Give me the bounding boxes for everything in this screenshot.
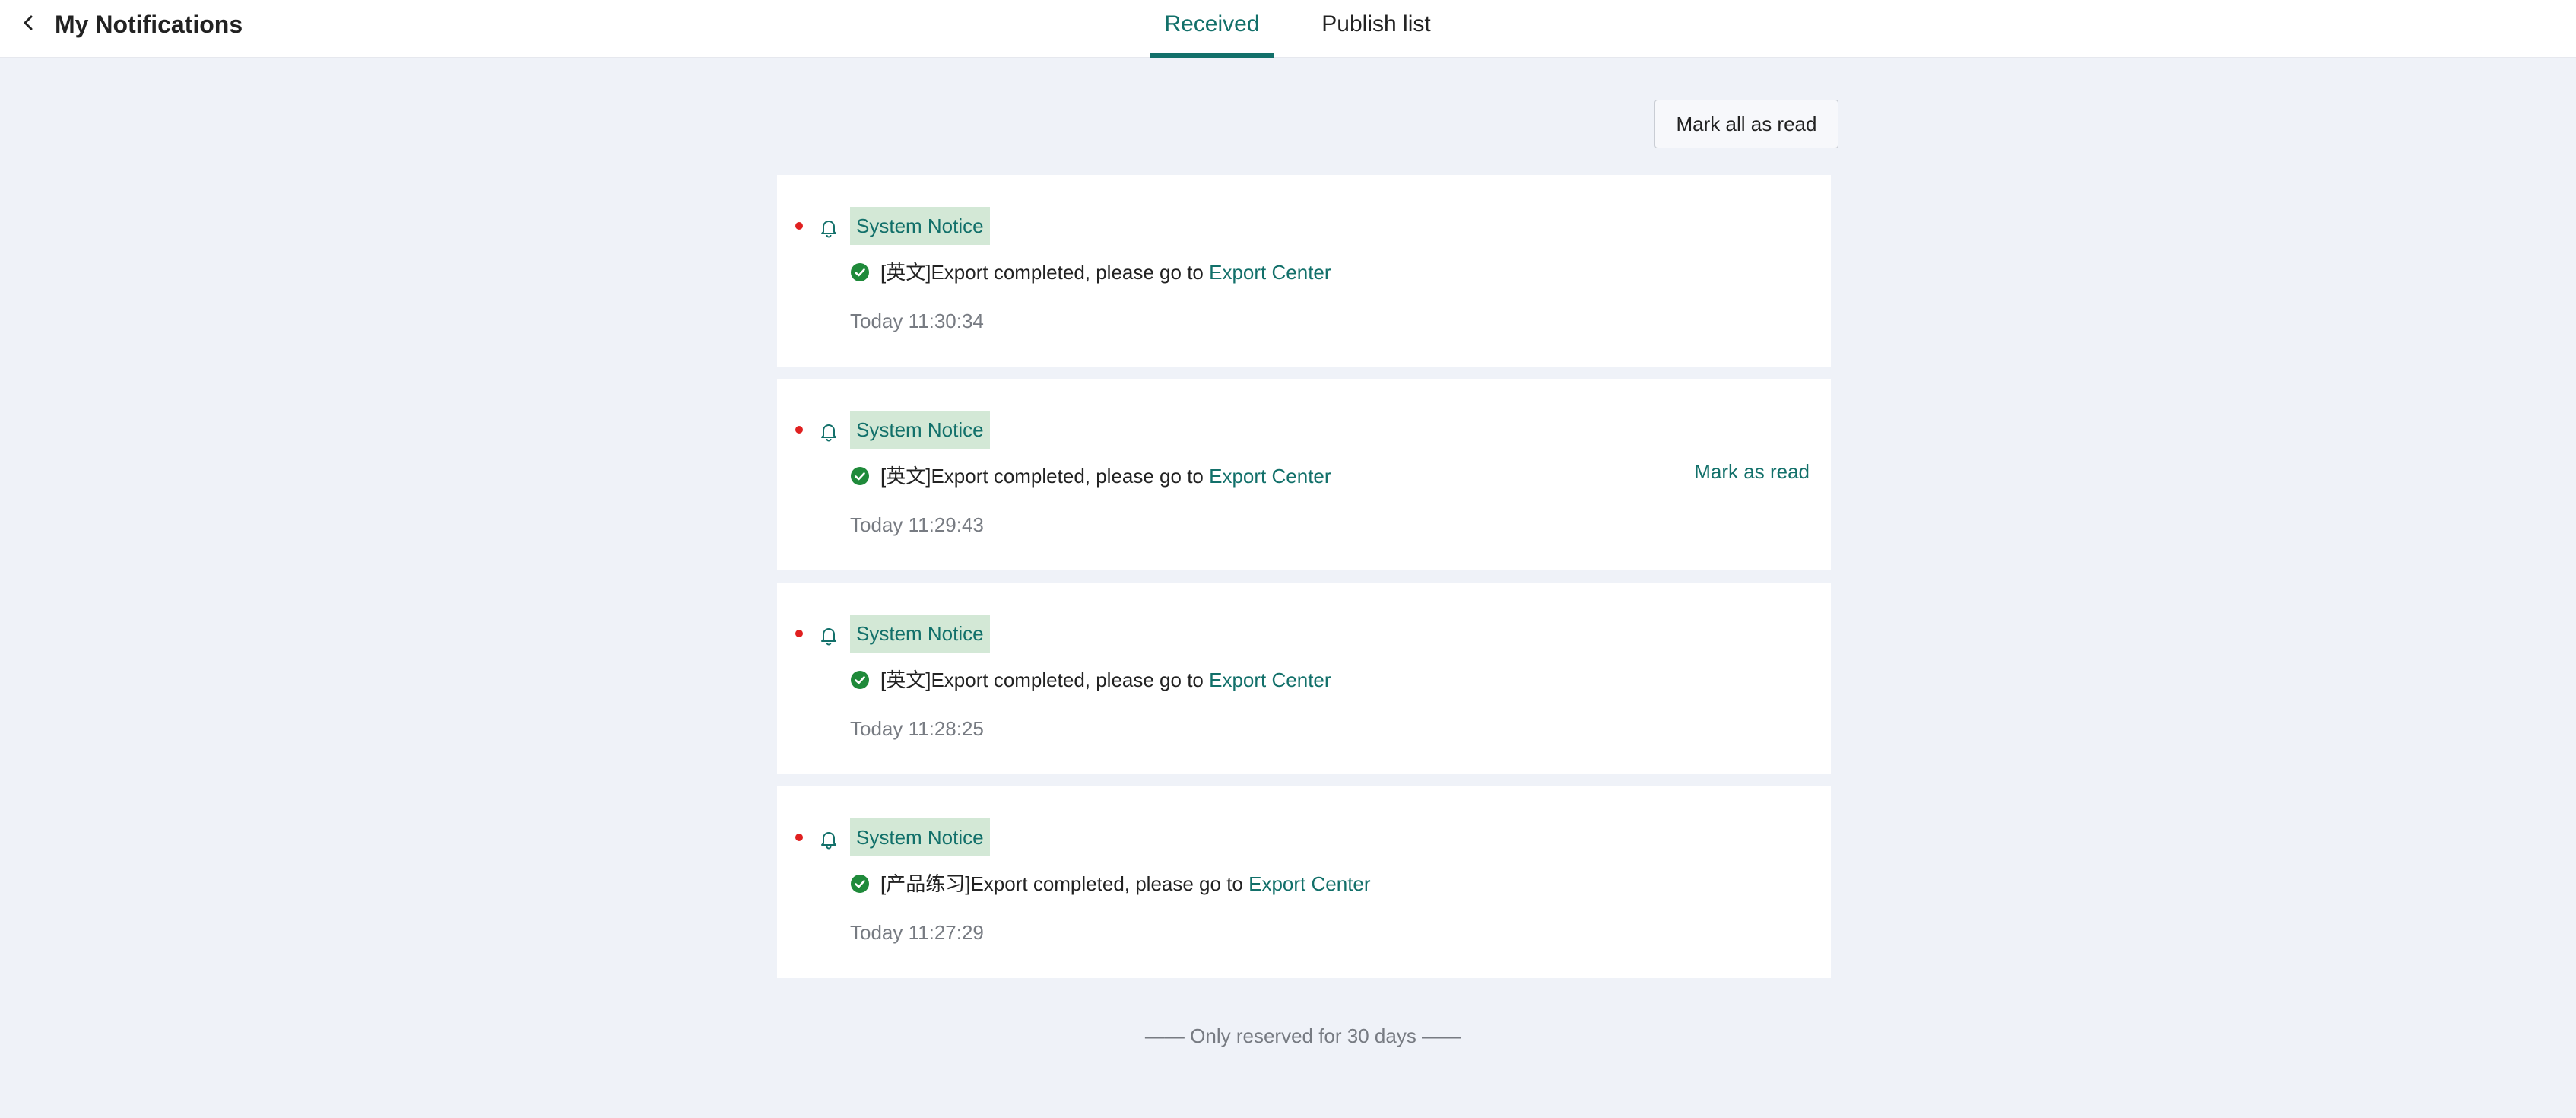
page-title: My Notifications [55,11,243,38]
check-circle-icon [851,263,869,281]
notification-message: [英文]Export completed, please go to Expor… [880,663,1331,697]
chevron-left-icon [24,15,33,30]
message-text: [产品练习]Export completed, please go to [880,872,1249,895]
notification-message: [产品练习]Export completed, please go to Exp… [880,867,1371,900]
tab-received[interactable]: Received [1150,0,1274,58]
unread-dot [795,834,803,841]
check-circle-icon [851,875,869,893]
mark-as-read-button[interactable]: Mark as read [1694,455,1810,488]
unread-dot [795,426,803,434]
notice-type-tag: System Notice [850,615,990,653]
bell-icon [821,221,836,238]
unread-dot [795,222,803,230]
notice-type-tag: System Notice [850,207,990,245]
notification-time: Today 11:29:43 [850,513,984,536]
message-text: [英文]Export completed, please go to [880,669,1210,691]
notification-card[interactable]: System Notice [英文]Export completed, plea… [777,175,1831,367]
notification-message: [英文]Export completed, please go to Expor… [880,459,1331,493]
notice-type-tag: System Notice [850,818,990,856]
notice-type-tag: System Notice [850,411,990,449]
message-text: [英文]Export completed, please go to [880,261,1210,284]
retention-note: —— Only reserved for 30 days —— [1144,1024,1462,1047]
check-circle-icon [851,671,869,689]
export-center-link[interactable]: Export Center [1209,669,1331,691]
check-circle-icon [851,467,869,485]
export-center-link[interactable]: Export Center [1209,261,1331,284]
unread-dot [795,630,803,637]
notification-card[interactable]: System Notice [产品练习]Export completed, pl… [777,786,1831,978]
message-text: [英文]Export completed, please go to [880,465,1210,488]
notification-time: Today 11:28:25 [850,717,984,740]
bell-icon [821,832,836,850]
notification-time: Today 11:30:34 [850,310,984,332]
mark-all-read-button[interactable]: Mark all as read [1654,100,1838,148]
back-button[interactable] [17,11,41,35]
notification-card[interactable]: System Notice [英文]Export completed, plea… [777,379,1831,570]
bell-icon [821,424,836,442]
notification-time: Today 11:27:29 [850,921,984,944]
export-center-link[interactable]: Export Center [1209,465,1331,488]
notification-message: [英文]Export completed, please go to Expor… [880,256,1331,289]
export-center-link[interactable]: Export Center [1248,872,1370,895]
tab-publish-list[interactable]: Publish list [1308,0,1445,58]
top-bar: My Notifications Received Publish list [0,0,2576,58]
bell-icon [821,628,836,646]
notification-card[interactable]: System Notice [英文]Export completed, plea… [777,583,1831,774]
